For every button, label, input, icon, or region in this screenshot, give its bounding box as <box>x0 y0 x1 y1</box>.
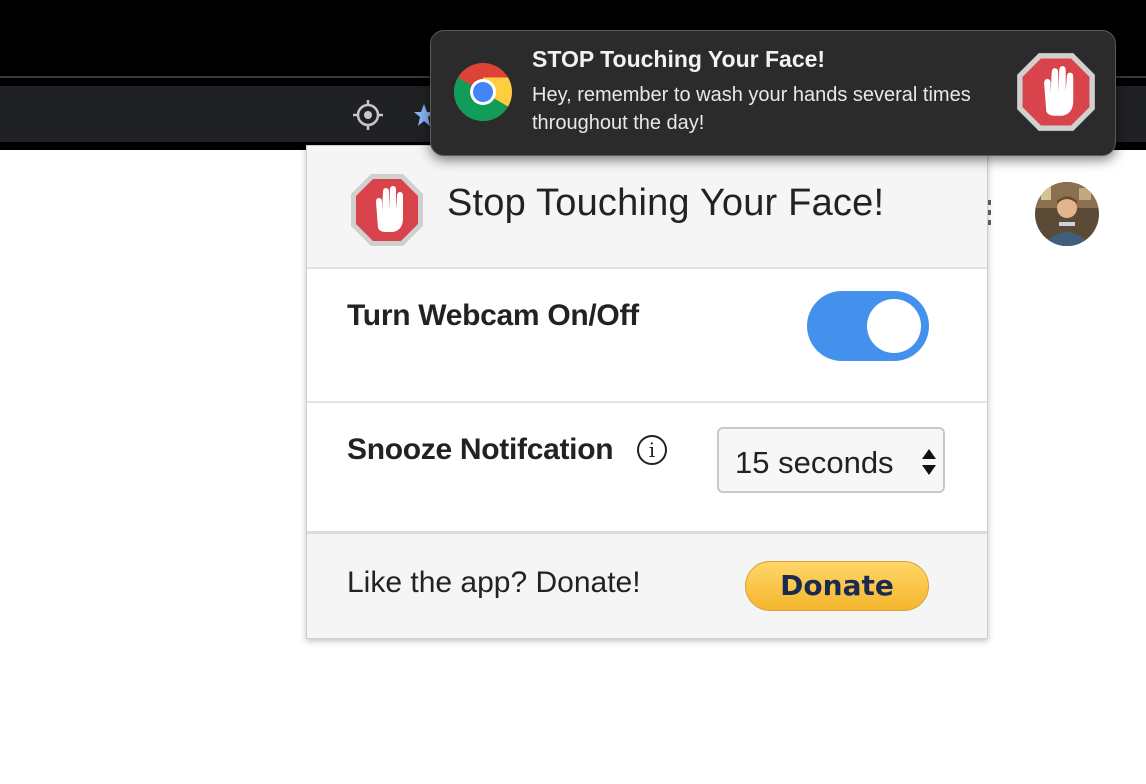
snooze-label: Snooze Notifcation <box>347 433 614 466</box>
popup-footer: Like the app? Donate! Donate <box>307 534 987 638</box>
donate-prompt: Like the app? Donate! <box>347 566 641 599</box>
webcam-row: Turn Webcam On/Off <box>307 269 987 403</box>
snooze-selected-value: 15 seconds <box>735 445 894 480</box>
webcam-toggle[interactable] <box>807 291 929 361</box>
profile-avatar[interactable] <box>1035 182 1099 246</box>
donate-button[interactable]: Donate <box>745 561 929 611</box>
system-notification[interactable]: STOP Touching Your Face! Hey, remember t… <box>430 30 1116 156</box>
snooze-row: Snooze Notifcation i 15 seconds <box>307 403 987 534</box>
stop-hand-icon <box>1017 53 1095 131</box>
notification-title: STOP Touching Your Face! <box>532 46 826 72</box>
info-icon[interactable]: i <box>637 435 667 465</box>
location-crosshair-icon[interactable] <box>352 99 384 131</box>
snooze-duration-select[interactable]: 15 seconds <box>717 427 945 493</box>
popup-header: Stop Touching Your Face! <box>307 146 987 269</box>
stop-hand-icon <box>351 174 423 246</box>
chrome-icon <box>454 63 512 121</box>
toggle-knob <box>867 299 921 353</box>
popup-title: Stop Touching Your Face! <box>447 182 885 224</box>
notification-body: Hey, remember to wash your hands several… <box>532 84 971 134</box>
webcam-label: Turn Webcam On/Off <box>347 299 639 332</box>
select-arrows-icon <box>922 449 936 475</box>
extension-popup: Stop Touching Your Face! Turn Webcam On/… <box>306 145 988 639</box>
